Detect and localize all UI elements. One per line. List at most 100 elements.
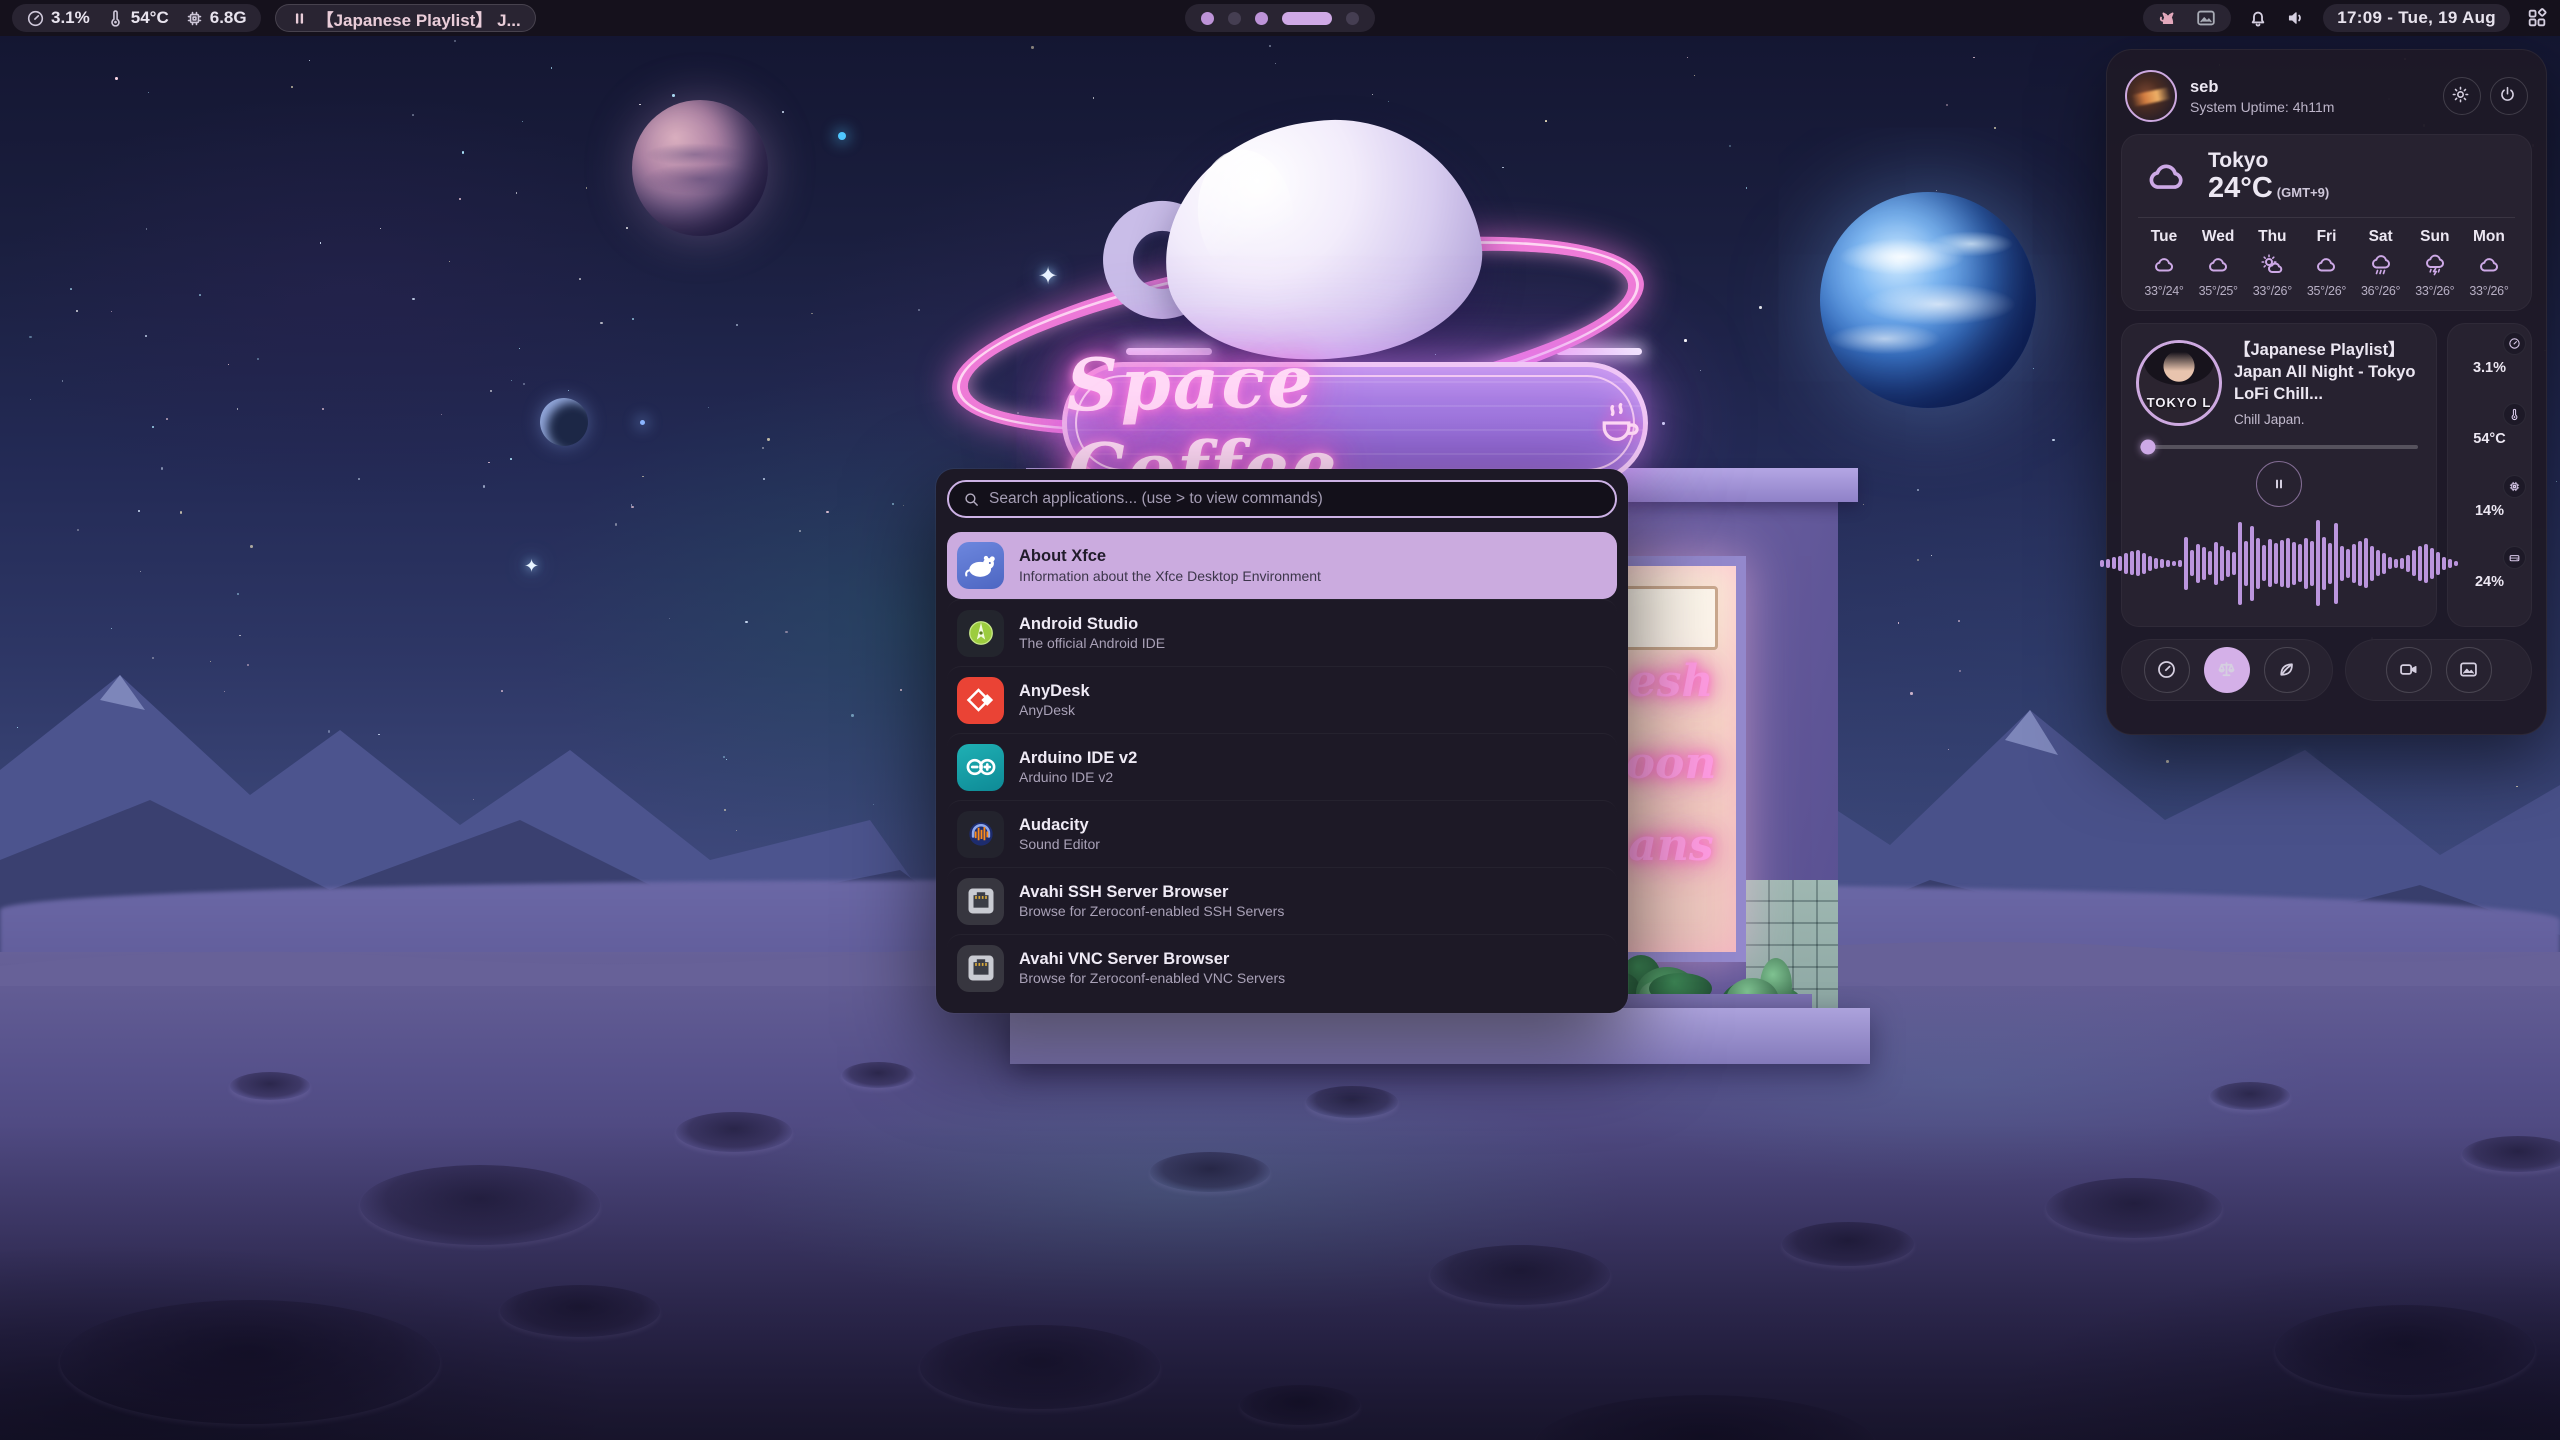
launcher-app-item[interactable]: Arduino IDE v2 Arduino IDE v2 bbox=[947, 733, 1617, 800]
app-list: About Xfce Information about the Xfce De… bbox=[947, 532, 1617, 1002]
settings-button[interactable] bbox=[2443, 77, 2481, 115]
app-description: Information about the Xfce Desktop Envir… bbox=[1019, 567, 1321, 585]
workspace-dot-4[interactable] bbox=[1282, 12, 1332, 25]
storm-icon bbox=[2421, 253, 2449, 277]
video-camera-icon bbox=[2398, 659, 2420, 681]
gauge-disk: 24% bbox=[2458, 550, 2522, 614]
audio-waveform bbox=[2136, 517, 2422, 609]
launcher-app-item[interactable]: Android Studio The official Android IDE bbox=[947, 599, 1617, 666]
album-art[interactable] bbox=[2136, 340, 2222, 426]
tray-cat-icon[interactable] bbox=[2157, 7, 2179, 29]
dashboard-panel: seb System Uptime: 4h11m Tokyo 24°C(GMT+… bbox=[2106, 49, 2547, 735]
anydesk-icon bbox=[957, 677, 1004, 724]
system-tray[interactable] bbox=[2143, 4, 2231, 32]
network-port-icon bbox=[957, 945, 1004, 992]
launcher-app-item[interactable]: About Xfce Information about the Xfce De… bbox=[947, 532, 1617, 599]
forecast-day-name: Tue bbox=[2151, 228, 2177, 246]
weather-city: Tokyo bbox=[2208, 149, 2329, 172]
top-bar: 3.1% 54°C 6.8G 【Japanese Playlist】 J... bbox=[0, 0, 2560, 36]
performance-profile-button[interactable] bbox=[2144, 647, 2190, 693]
weather-widget: Tokyo 24°C(GMT+9) Tue 33°/24°Wed 35°/25°… bbox=[2121, 134, 2532, 311]
notifications-bell-icon[interactable] bbox=[2247, 7, 2269, 29]
android-studio-icon bbox=[957, 610, 1004, 657]
pause-button[interactable] bbox=[2256, 461, 2302, 507]
tray-image-icon[interactable] bbox=[2195, 7, 2217, 29]
workspace-switcher[interactable] bbox=[1185, 4, 1375, 32]
app-title: Avahi SSH Server Browser bbox=[1019, 882, 1284, 903]
memory-stat: 6.8G bbox=[185, 8, 247, 28]
forecast-temps: 33°/26° bbox=[2253, 284, 2292, 298]
music-title: 【Japanese Playlist】 Japan All Night - To… bbox=[2234, 340, 2422, 405]
screen-record-button[interactable] bbox=[2386, 647, 2432, 693]
user-section: seb System Uptime: 4h11m bbox=[2121, 64, 2532, 134]
launcher-app-item[interactable]: Audacity Sound Editor bbox=[947, 800, 1617, 867]
app-description: AnyDesk bbox=[1019, 701, 1090, 719]
progress-knob[interactable] bbox=[2141, 440, 2156, 455]
forecast-temps: 35°/26° bbox=[2307, 284, 2346, 298]
app-launcher: About Xfce Information about the Xfce De… bbox=[936, 469, 1628, 1013]
leaf-icon bbox=[2276, 659, 2298, 681]
desktop: ✦✦✦✦✦ eshoonans bbox=[0, 0, 2560, 1440]
app-description: Sound Editor bbox=[1019, 835, 1100, 853]
media-pill[interactable]: 【Japanese Playlist】 J... bbox=[275, 4, 536, 32]
forecast-day: Sun 33°/26° bbox=[2409, 228, 2461, 298]
launcher-app-item[interactable]: AnyDesk AnyDesk bbox=[947, 666, 1617, 733]
forecast-day: Tue 33°/24° bbox=[2138, 228, 2190, 298]
chip-icon bbox=[2503, 475, 2526, 498]
app-title: Audacity bbox=[1019, 815, 1100, 836]
app-description: Browse for Zeroconf-enabled VNC Servers bbox=[1019, 969, 1285, 987]
forecast-day: Fri 35°/26° bbox=[2300, 228, 2352, 298]
chip-icon bbox=[185, 9, 204, 28]
avatar[interactable] bbox=[2125, 70, 2177, 122]
power-button[interactable] bbox=[2490, 77, 2528, 115]
launcher-search[interactable] bbox=[947, 480, 1617, 518]
disk-icon bbox=[2503, 546, 2526, 569]
system-stats-pill[interactable]: 3.1% 54°C 6.8G bbox=[12, 4, 261, 32]
forecast-temps: 33°/26° bbox=[2469, 284, 2508, 298]
cloud-icon bbox=[2475, 253, 2503, 277]
powersave-profile-button[interactable] bbox=[2264, 647, 2310, 693]
speedometer-icon bbox=[26, 9, 45, 28]
balanced-profile-button[interactable] bbox=[2204, 647, 2250, 693]
forecast-temps: 33°/26° bbox=[2415, 284, 2454, 298]
divider bbox=[2138, 217, 2515, 218]
power-icon bbox=[2498, 85, 2520, 107]
widgets-grid-icon[interactable] bbox=[2526, 7, 2548, 29]
rain-icon bbox=[2367, 253, 2395, 277]
music-progress-bar[interactable] bbox=[2140, 445, 2418, 449]
screenshot-button[interactable] bbox=[2446, 647, 2492, 693]
launcher-app-item[interactable]: Avahi VNC Server Browser Browse for Zero… bbox=[947, 934, 1617, 1001]
forecast-row: Tue 33°/24°Wed 35°/25°Thu 33°/26°Fri 35°… bbox=[2138, 228, 2515, 298]
xfce-mouse-icon bbox=[957, 542, 1004, 589]
app-description: The official Android IDE bbox=[1019, 634, 1165, 652]
gear-icon bbox=[2451, 85, 2473, 107]
clock[interactable]: 17:09 - Tue, 19 Aug bbox=[2323, 4, 2510, 32]
forecast-day-name: Mon bbox=[2473, 228, 2505, 246]
search-input[interactable] bbox=[989, 490, 1601, 508]
thermometer-icon bbox=[106, 9, 125, 28]
temp-stat: 54°C bbox=[106, 8, 169, 28]
workspace-dot-5[interactable] bbox=[1346, 12, 1359, 25]
volume-icon[interactable] bbox=[2285, 7, 2307, 29]
workspace-dot-1[interactable] bbox=[1201, 12, 1214, 25]
gauge-thermometer: 54°C bbox=[2458, 407, 2522, 471]
cloud-icon bbox=[2150, 253, 2178, 277]
pause-icon bbox=[290, 9, 309, 28]
audacity-icon bbox=[957, 811, 1004, 858]
cloud-icon bbox=[2204, 253, 2232, 277]
picture-icon bbox=[2458, 659, 2480, 681]
forecast-temps: 36°/26° bbox=[2361, 284, 2400, 298]
forecast-day-name: Wed bbox=[2202, 228, 2234, 246]
network-port-icon bbox=[957, 878, 1004, 925]
scales-icon bbox=[2216, 659, 2238, 681]
cpu-stat: 3.1% bbox=[26, 8, 90, 28]
power-profile-group bbox=[2121, 639, 2333, 701]
workspace-dot-2[interactable] bbox=[1228, 12, 1241, 25]
app-title: Avahi VNC Server Browser bbox=[1019, 949, 1285, 970]
pause-icon bbox=[2271, 476, 2287, 492]
launcher-app-item[interactable]: Avahi SSH Server Browser Browse for Zero… bbox=[947, 867, 1617, 934]
weather-temp: 24°C bbox=[2208, 172, 2273, 204]
weather-cloud-icon bbox=[2138, 155, 2194, 199]
workspace-dot-3[interactable] bbox=[1255, 12, 1268, 25]
thermometer-icon bbox=[2503, 403, 2526, 426]
